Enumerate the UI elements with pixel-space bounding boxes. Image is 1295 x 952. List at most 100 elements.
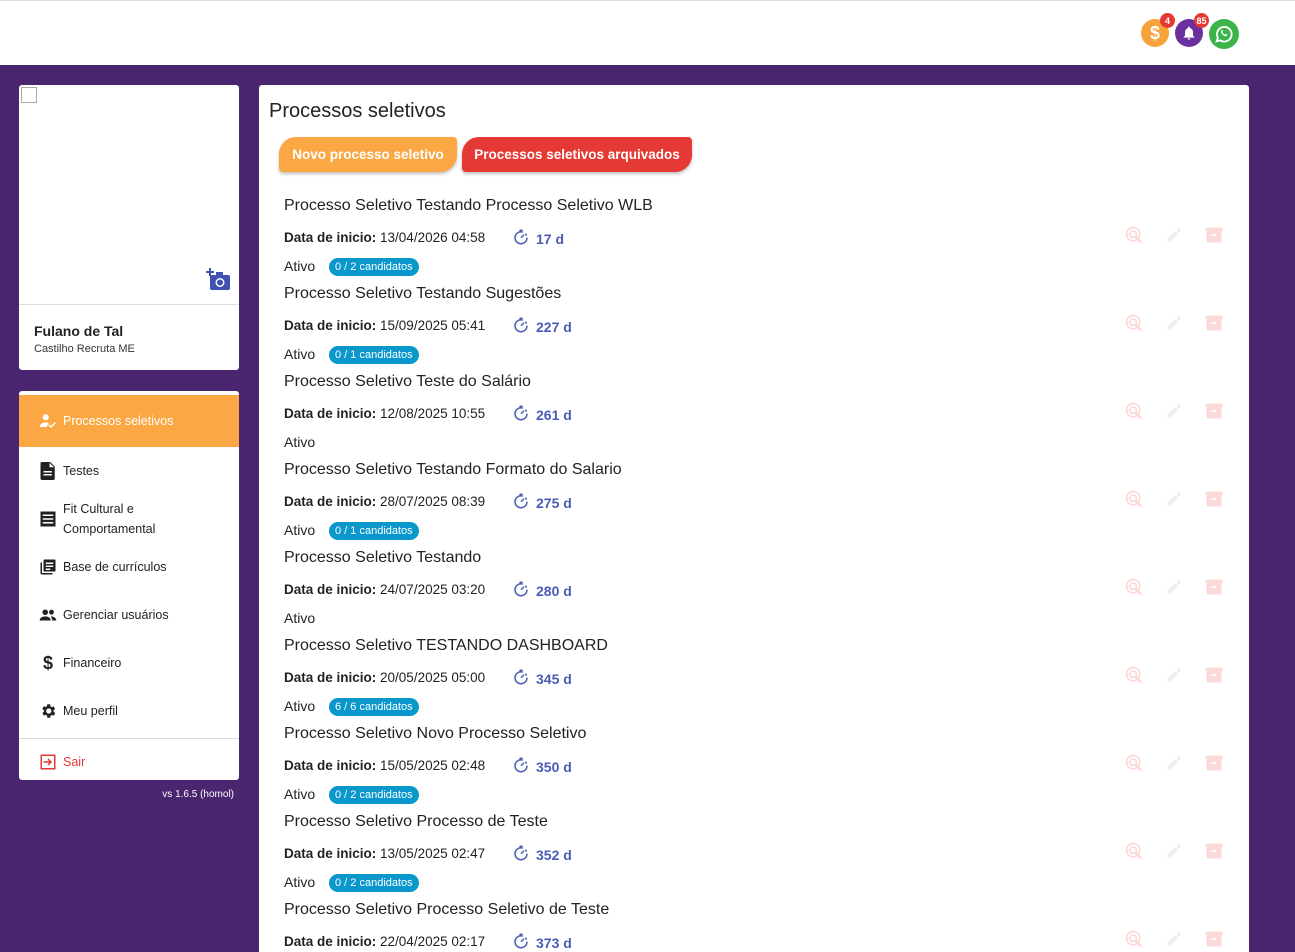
candidates-badge: 0 / 2 candidatos: [329, 258, 419, 276]
library-icon: [39, 558, 57, 576]
edit-icon[interactable]: [1164, 313, 1184, 333]
process-status: Ativo: [284, 610, 316, 626]
days-value: 373 d: [536, 934, 572, 951]
process-days: 345 d: [512, 668, 572, 689]
date-value: 13/05/2025 02:47: [380, 846, 486, 861]
process-status: Ativo: [284, 698, 316, 714]
target-search-icon[interactable]: [1124, 401, 1144, 421]
process-date: Data de inicio: 13/05/2025 02:47: [284, 846, 485, 861]
process-title[interactable]: Processo Seletivo Novo Processo Seletivo: [284, 725, 586, 743]
sidebar-item-fit-cultural[interactable]: Fit Cultural e Comportamental: [19, 495, 239, 543]
archive-icon[interactable]: [1204, 929, 1224, 949]
archived-processes-button[interactable]: Processos seletivos arquivados: [462, 137, 692, 172]
process-title[interactable]: Processo Seletivo Teste do Salário: [284, 373, 531, 391]
timer-icon: [512, 228, 536, 249]
date-value: 24/07/2025 03:20: [380, 582, 486, 597]
date-label: Data de inicio:: [284, 230, 377, 245]
whatsapp-icon[interactable]: [1209, 19, 1239, 49]
days-value: 17 d: [536, 230, 565, 247]
timer-icon: [512, 668, 536, 689]
process-title[interactable]: Processo Seletivo Testando: [284, 549, 481, 567]
target-search-icon[interactable]: [1124, 753, 1144, 773]
edit-icon[interactable]: [1164, 753, 1184, 773]
sidebar-item-base-curriculos[interactable]: Base de currículos: [19, 543, 239, 591]
sidebar-item-meu-perfil[interactable]: Meu perfil: [19, 687, 239, 735]
target-search-icon[interactable]: [1124, 225, 1144, 245]
money-badge: 4: [1160, 13, 1175, 28]
edit-icon[interactable]: [1164, 401, 1184, 421]
archive-icon[interactable]: [1204, 753, 1224, 773]
process-title[interactable]: Processo Seletivo Processo Seletivo de T…: [284, 901, 609, 919]
process-days: 280 d: [512, 580, 572, 601]
candidates-badge: 0 / 1 candidatos: [329, 346, 419, 364]
process-title[interactable]: Processo Seletivo Testando Sugestões: [284, 285, 561, 303]
process-status: Ativo: [284, 786, 316, 802]
bell-icon[interactable]: 85: [1175, 13, 1209, 47]
process-item[interactable]: Processo Seletivo Processo de Teste Data …: [284, 813, 1224, 901]
users-icon: [39, 606, 57, 624]
timer-icon: [512, 932, 536, 952]
process-item[interactable]: Processo Seletivo Processo Seletivo de T…: [284, 901, 1224, 952]
process-actions: [1124, 841, 1224, 861]
process-item[interactable]: Processo Seletivo Testando Formato do Sa…: [284, 461, 1224, 549]
list-icon: [39, 510, 57, 528]
archive-icon[interactable]: [1204, 225, 1224, 245]
edit-icon[interactable]: [1164, 665, 1184, 685]
edit-icon[interactable]: [1164, 841, 1184, 861]
process-days: 352 d: [512, 844, 572, 865]
process-date: Data de inicio: 12/08/2025 10:55: [284, 406, 485, 421]
days-value: 261 d: [536, 406, 572, 423]
sidebar-item-label: Fit Cultural e Comportamental: [63, 502, 156, 536]
date-value: 12/08/2025 10:55: [380, 406, 486, 421]
date-label: Data de inicio:: [284, 494, 377, 509]
new-process-button[interactable]: Novo processo seletivo: [279, 137, 457, 172]
process-item[interactable]: Processo Seletivo Novo Processo Seletivo…: [284, 725, 1224, 813]
target-search-icon[interactable]: [1124, 489, 1144, 509]
process-actions: [1124, 753, 1224, 773]
target-search-icon[interactable]: [1124, 577, 1144, 597]
sidebar-item-testes[interactable]: Testes: [19, 447, 239, 495]
page-title: Processos seletivos: [269, 100, 446, 122]
process-days: 350 d: [512, 756, 572, 777]
edit-icon[interactable]: [1164, 929, 1184, 949]
archive-icon[interactable]: [1204, 401, 1224, 421]
edit-icon[interactable]: [1164, 489, 1184, 509]
archive-icon[interactable]: [1204, 313, 1224, 333]
archive-icon[interactable]: [1204, 489, 1224, 509]
process-title[interactable]: Processo Seletivo Testando Formato do Sa…: [284, 461, 622, 479]
sidebar-item-financeiro[interactable]: $ Financeiro: [19, 639, 239, 687]
gear-icon: [39, 702, 57, 720]
process-item[interactable]: Processo Seletivo Testando Sugestões Data…: [284, 285, 1224, 373]
process-title[interactable]: Processo Seletivo Testando Processo Sele…: [284, 197, 653, 215]
process-title[interactable]: Processo Seletivo TESTANDO DASHBOARD: [284, 637, 608, 655]
process-days: 17 d: [512, 228, 564, 249]
process-date: Data de inicio: 22/04/2025 02:17: [284, 934, 485, 949]
archive-icon[interactable]: [1204, 665, 1224, 685]
process-item[interactable]: Processo Seletivo Testando Data de inicio…: [284, 549, 1224, 637]
process-actions: [1124, 665, 1224, 685]
archive-icon[interactable]: [1204, 841, 1224, 861]
target-search-icon[interactable]: [1124, 841, 1144, 861]
target-search-icon[interactable]: [1124, 665, 1144, 685]
process-item[interactable]: Processo Seletivo Teste do Salário Data d…: [284, 373, 1224, 461]
sidebar-item-label: Gerenciar usuários: [63, 608, 169, 622]
date-label: Data de inicio:: [284, 406, 377, 421]
money-icon[interactable]: $ 4: [1141, 13, 1175, 47]
edit-icon[interactable]: [1164, 225, 1184, 245]
process-days: 275 d: [512, 492, 572, 513]
date-value: 28/07/2025 08:39: [380, 494, 486, 509]
sidebar-item-label: Sair: [63, 755, 86, 769]
process-title[interactable]: Processo Seletivo Processo de Teste: [284, 813, 548, 831]
archive-icon[interactable]: [1204, 577, 1224, 597]
target-search-icon[interactable]: [1124, 929, 1144, 949]
edit-icon[interactable]: [1164, 577, 1184, 597]
candidates-badge: 0 / 1 candidatos: [329, 522, 419, 540]
add-photo-icon[interactable]: [205, 267, 231, 296]
sidebar-item-sair[interactable]: Sair: [19, 739, 239, 780]
process-item[interactable]: Processo Seletivo Testando Processo Sele…: [284, 197, 1224, 285]
sidebar-item-gerenciar-usuarios[interactable]: Gerenciar usuários: [19, 591, 239, 639]
sidebar-item-processos-seletivos[interactable]: Processos seletivos: [19, 395, 239, 447]
target-search-icon[interactable]: [1124, 313, 1144, 333]
process-status: Ativo: [284, 874, 316, 890]
process-item[interactable]: Processo Seletivo TESTANDO DASHBOARD Data…: [284, 637, 1224, 725]
